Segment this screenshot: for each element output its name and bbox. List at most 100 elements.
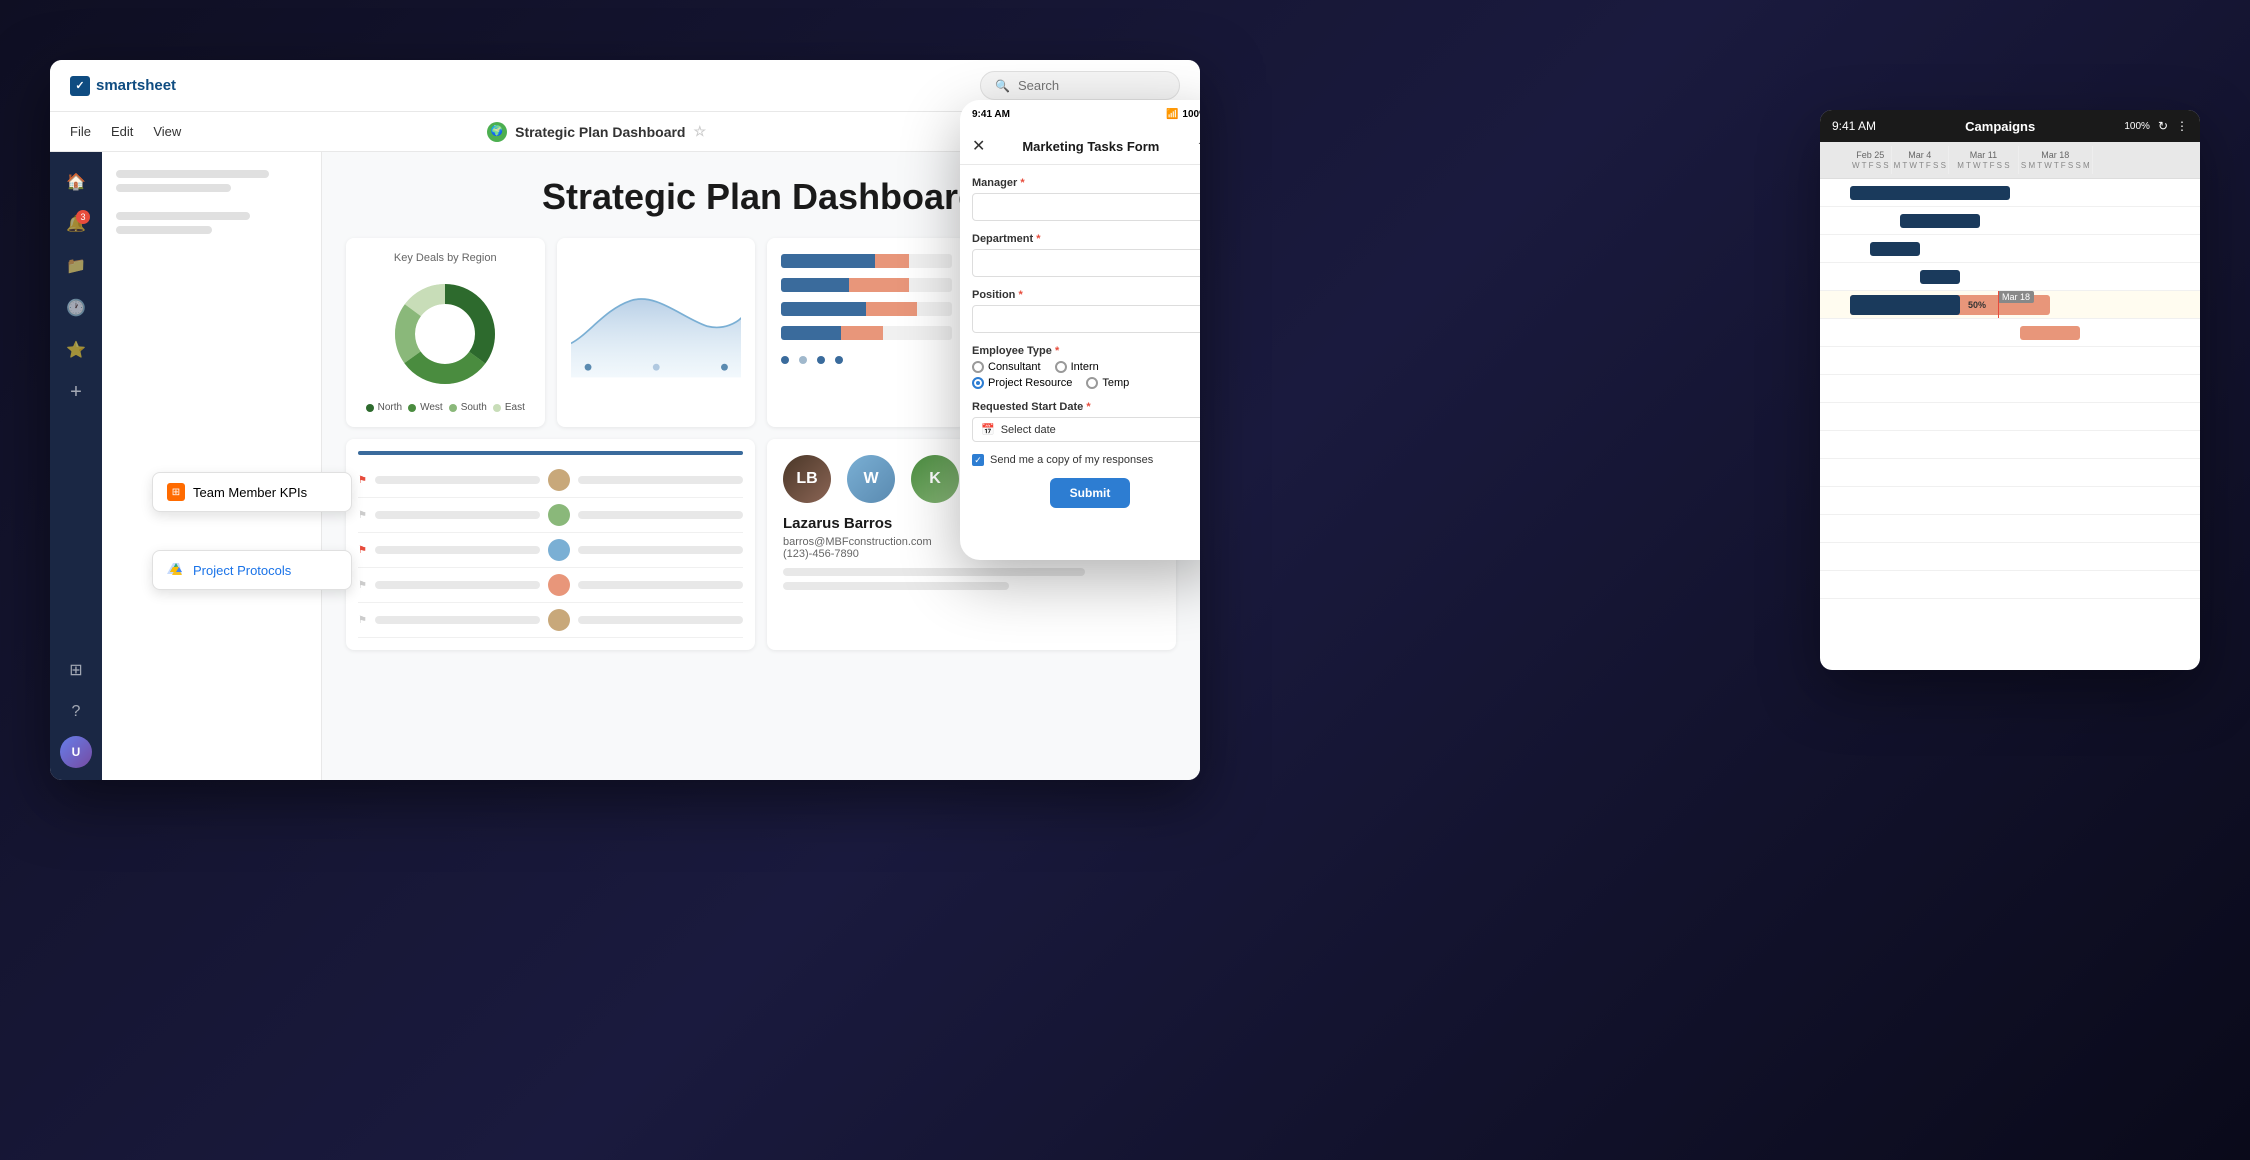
avatar-2: W [847,455,895,503]
radio-temp[interactable]: Temp [1086,377,1129,389]
radio-project-resource-circle [972,377,984,389]
avatar-lazarus: LB [783,455,831,503]
mobile-battery: 100% [1182,109,1200,120]
gantt-row-12 [1820,487,2200,515]
sidebar-starred[interactable]: ⭐ [58,332,94,368]
manager-input[interactable] [972,193,1200,221]
form-field-checkbox: ✓ Send me a copy of my responses [972,454,1200,466]
bar-row-4 [781,324,952,342]
flag-gray-3: ⚑ [358,615,367,626]
nav-tooltip-kpis[interactable]: ⊞ Team Member KPIs [152,472,352,512]
star-icon[interactable]: ☆ [694,123,707,140]
browser-window: ✓ smartsheet 🔍 File Edit View 🌍 Strategi… [50,60,1200,780]
bar-row-2 [781,276,952,294]
sidebar-add[interactable]: + [58,374,94,410]
form-label-employee-type: Employee Type * [972,345,1200,357]
donut-container: North West South [360,274,531,413]
date-picker[interactable]: 📅 Select date [972,417,1200,442]
gantt-row-14 [1820,543,2200,571]
sidebar-avatar[interactable]: U [60,736,92,768]
bar-chart-container [781,252,952,364]
flag-gray-1: ⚑ [358,510,367,521]
donut-chart-title: Key Deals by Region [360,252,531,264]
radio-project-resource[interactable]: Project Resource [972,377,1072,389]
gantt-dates: Feb 25W T F S S Mar 4M T W T F S S Mar 1… [1820,142,2200,179]
donut-chart-widget: Key Deals by Region [346,238,545,427]
radio-project-resource-label: Project Resource [988,377,1072,389]
list-row-3: ⚑ [358,533,743,568]
logo: ✓ smartsheet [70,76,176,96]
form-field-employee-type: Employee Type * Consultant Intern [972,345,1200,389]
gantt-row-11 [1820,459,2200,487]
mobile-form-title: Marketing Tasks Form [1022,139,1159,154]
mobile-header: ✕ Marketing Tasks Form ⬆ [960,128,1200,165]
checkbox-copy[interactable]: ✓ Send me a copy of my responses [972,454,1200,466]
legend-west: West [408,402,443,413]
legend-east: East [493,402,525,413]
position-input[interactable] [972,305,1200,333]
list-widget: ⚑ ⚑ ⚑ [346,439,755,650]
kpi-icon: ⊞ [167,483,185,501]
form-field-start-date: Requested Start Date * 📅 Select date [972,401,1200,442]
form-field-position: Position * [972,289,1200,333]
sidebar-help[interactable]: ? [58,694,94,730]
mobile-close-icon[interactable]: ✕ [972,136,985,156]
gdrive-icon [167,561,185,579]
radio-consultant-label: Consultant [988,361,1041,373]
sidebar-files[interactable]: 📁 [58,248,94,284]
bar-row-3 [781,300,952,318]
gantt-date-mar18: Mar 18S M T W T F S S M [2019,146,2093,174]
gantt-row-15 [1820,571,2200,599]
notification-badge: 3 [76,210,90,224]
list-row-2: ⚑ [358,498,743,533]
list-row-4: ⚑ [358,568,743,603]
gantt-progress: 50% [1968,300,1986,310]
gantt-window: 9:41 AM Campaigns 100% ↻ ⋮ Feb 25W T F S… [1820,110,2200,670]
mobile-status-bar: 9:41 AM 📶 100% [960,100,1200,128]
avatar-3: K [911,455,959,503]
area-chart-svg [571,252,742,392]
menu-edit[interactable]: Edit [111,124,133,139]
sidebar-home[interactable]: 🏠 [58,164,94,200]
sidebar-recent[interactable]: 🕐 [58,290,94,326]
contact-phone: (123)-456-7890 [783,548,859,560]
radio-intern[interactable]: Intern [1055,361,1099,373]
radio-consultant[interactable]: Consultant [972,361,1041,373]
contact-avatars: LB W K [783,455,959,503]
doc-title-container: 🌍 Strategic Plan Dashboard ☆ [181,122,1012,142]
contact-email: barros@MBFconstruction.com [783,536,932,548]
form-field-department: Department * [972,233,1200,277]
mobile-form-body: Manager * Department * Position * [960,165,1200,545]
department-input[interactable] [972,249,1200,277]
radio-row-2: Project Resource Temp [972,377,1200,389]
sidebar-notifications[interactable]: 🔔 3 [58,206,94,242]
nav-tooltip-protocols[interactable]: Project Protocols [152,550,352,590]
gantt-row-3 [1820,235,2200,263]
menu-view[interactable]: View [153,124,181,139]
gantt-date-mar11: Mar 11M T W T F S S [1949,146,2019,174]
gantt-refresh-icon[interactable]: ↻ [2158,119,2168,133]
flag-gray-2: ⚑ [358,580,367,591]
search-input[interactable] [1018,78,1165,93]
form-field-manager: Manager * [972,177,1200,221]
gantt-more-icon[interactable]: ⋮ [2176,119,2188,133]
flag-red-2: ⚑ [358,545,367,556]
mobile-time: 9:41 AM [972,109,1010,120]
sidebar-apps[interactable]: ⊞ [58,652,94,688]
gantt-row-4 [1820,263,2200,291]
area-chart-widget [557,238,756,427]
form-label-department: Department * [972,233,1200,245]
mobile-share-icon[interactable]: ⬆ [1196,138,1200,155]
gantt-row-1 [1820,179,2200,207]
gantt-row-6 [1820,319,2200,347]
gantt-row-2 [1820,207,2200,235]
doc-icon: 🌍 [487,122,507,142]
menu-file[interactable]: File [70,124,91,139]
form-label-position: Position * [972,289,1200,301]
checkbox-label: Send me a copy of my responses [990,454,1153,466]
gantt-date-mar4: Mar 4M T W T F S S [1892,146,1949,174]
search-icon: 🔍 [995,79,1010,93]
search-container[interactable]: 🔍 [980,71,1180,100]
submit-button[interactable]: Submit [1050,478,1131,508]
legend-south: South [449,402,487,413]
